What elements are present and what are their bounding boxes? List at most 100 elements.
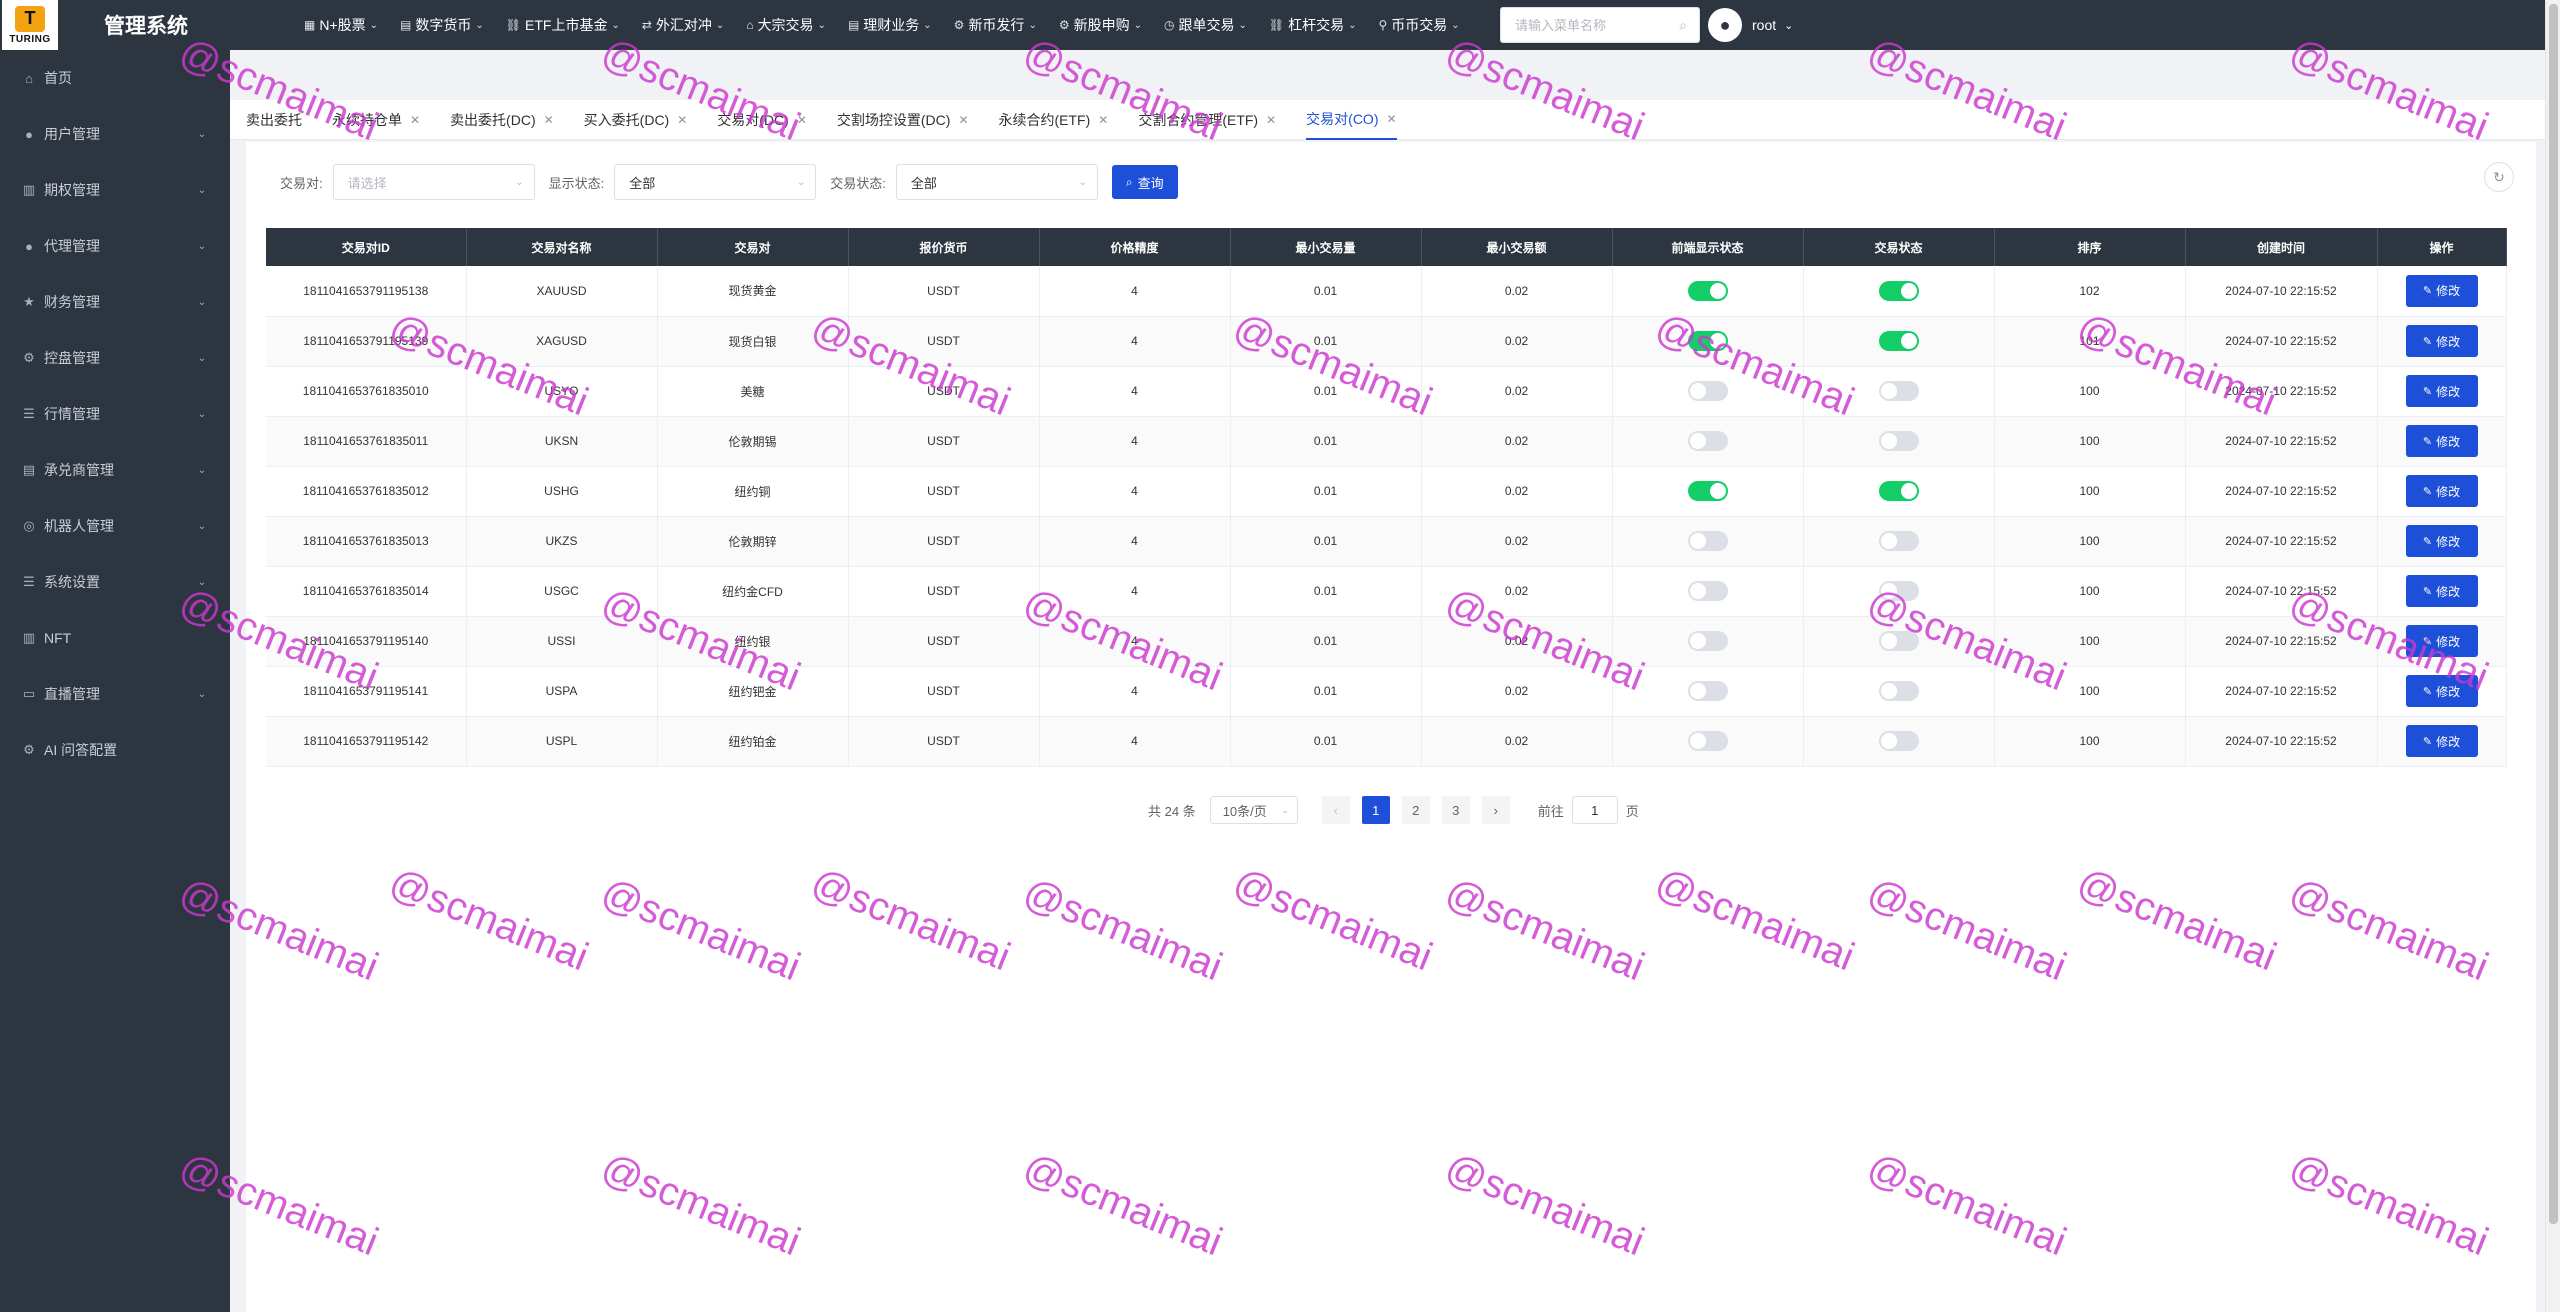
username[interactable]: root [1752,17,1776,33]
page-number-button[interactable]: 3 [1441,796,1470,824]
tab[interactable]: 交割合约管理(ETF) ✕ [1138,100,1276,140]
sidebar-item[interactable]: ● 用户管理 ⌄ [0,106,230,162]
top-nav-item[interactable]: ⛓ 杠杆交易 ⌄ [1269,15,1357,35]
cell-min_amt: 0.02 [1421,366,1613,417]
top-nav-item[interactable]: ⚙ 新股申购 ⌄ [1059,15,1142,35]
sidebar-item-label: 机器人管理 [44,518,114,534]
edit-button[interactable]: ✎ 修改 [2405,675,2478,707]
edit-button[interactable]: ✎ 修改 [2405,325,2478,357]
display-status-toggle[interactable] [1687,481,1728,501]
search-icon[interactable]: ⌕ [1679,17,1687,34]
trade-status-toggle[interactable] [1878,331,1919,351]
sidebar-item[interactable]: ◎ 机器人管理 ⌄ [0,498,230,554]
gear-icon: ⚙ [23,350,35,365]
sidebar-item[interactable]: ▥ 期权管理 ⌄ [0,162,230,218]
display-status-toggle[interactable] [1687,581,1728,601]
sidebar-item[interactable]: ▭ 直播管理 ⌄ [0,666,230,722]
edit-button[interactable]: ✎ 修改 [2405,274,2478,307]
trade-status-toggle[interactable] [1878,631,1919,651]
trade-status-toggle[interactable] [1878,731,1919,751]
close-icon[interactable]: ✕ [1266,113,1276,127]
sidebar-item[interactable]: ▥ NFT [0,610,230,666]
top-nav-item[interactable]: ⚙ 新币发行 ⌄ [954,15,1037,35]
query-button[interactable]: ⌕ 查询 [1111,165,1178,199]
display-status-select[interactable]: 全部 ⌄ [614,164,817,200]
page-size-select[interactable]: 10条/页 ⌄ [1209,796,1298,824]
display-status-toggle[interactable] [1687,431,1728,451]
app-logo[interactable]: T TURING [2,0,58,50]
trade-status-toggle[interactable] [1878,280,1919,301]
pair-select[interactable]: 请选择 ⌄ [332,164,535,200]
sidebar-item[interactable]: ● 代理管理 ⌄ [0,218,230,274]
page-scrollbar[interactable] [2545,0,2560,1312]
close-icon[interactable]: ✕ [1098,113,1108,127]
trade-status-select[interactable]: 全部 ⌄ [895,164,1098,200]
display-status-toggle[interactable] [1687,280,1728,301]
trade-status-toggle[interactable] [1878,681,1919,701]
edit-button[interactable]: ✎ 修改 [2405,625,2478,657]
menu-search-input[interactable] [1513,16,1663,34]
edit-button[interactable]: ✎ 修改 [2405,575,2478,607]
user-menu[interactable]: ● root ⌄ [1708,8,1793,42]
top-nav-item[interactable]: ⌂ 大宗交易 ⌄ [746,15,826,35]
top-nav-item[interactable]: ⚲ 币币交易 ⌄ [1378,15,1459,35]
trade-status-toggle[interactable] [1878,531,1919,551]
cell-created: 2024-07-10 22:15:52 [2185,316,2378,367]
prev-page-button[interactable]: ‹ [1321,796,1350,824]
top-nav-item[interactable]: ▤ 理财业务 ⌄ [848,15,932,35]
refresh-icon[interactable]: ↻ [2484,162,2514,192]
avatar[interactable]: ● [1708,8,1742,42]
display-status-toggle[interactable] [1687,681,1728,701]
tab[interactable]: 永续持仓单 ✕ [332,100,420,140]
display-status-toggle[interactable] [1687,531,1728,551]
close-icon[interactable]: ✕ [1386,112,1396,126]
close-icon[interactable]: ✕ [677,113,687,127]
sidebar-item[interactable]: ☰ 系统设置 ⌄ [0,554,230,610]
goto-page-input[interactable] [1571,796,1618,824]
tab[interactable]: 卖出委托 [246,100,302,140]
edit-button[interactable]: ✎ 修改 [2405,425,2478,457]
trade-status-toggle[interactable] [1878,481,1919,501]
sidebar-item[interactable]: ⌂ 首页 [0,50,230,106]
sidebar-item[interactable]: ▤ 承兑商管理 ⌄ [0,442,230,498]
display-status-toggle[interactable] [1687,631,1728,651]
sidebar-item[interactable]: ⚙ 控盘管理 ⌄ [0,330,230,386]
chevron-down-icon[interactable]: ⌄ [1784,19,1793,32]
top-nav-item[interactable]: ▤ 数字货币 ⌄ [400,15,484,35]
top-nav-item[interactable]: ▦ N+股票 ⌄ [304,15,378,35]
page-number-button[interactable]: 2 [1401,796,1430,824]
trade-status-toggle[interactable] [1878,581,1919,601]
close-icon[interactable]: ✕ [544,113,554,127]
trade-status-toggle[interactable] [1878,381,1919,401]
display-status-toggle[interactable] [1687,381,1728,401]
tab[interactable]: 买入委托(DC) ✕ [584,100,688,140]
tab[interactable]: 交易对(DC) ✕ [717,100,807,140]
next-page-button[interactable]: › [1481,796,1510,824]
page-number-button[interactable]: 1 [1361,796,1390,824]
display-status-toggle[interactable] [1687,731,1728,751]
edit-button[interactable]: ✎ 修改 [2405,475,2478,507]
close-icon[interactable]: ✕ [797,113,807,127]
edit-button[interactable]: ✎ 修改 [2405,375,2478,407]
close-icon[interactable]: ✕ [410,113,420,127]
cell-sort: 100 [1994,366,2186,417]
menu-search-box[interactable]: ⌕ [1500,7,1700,43]
sidebar-item[interactable]: ☰ 行情管理 ⌄ [0,386,230,442]
scrollbar-thumb[interactable] [2549,4,2558,1224]
trade-status-toggle[interactable] [1878,431,1919,451]
edit-button[interactable]: ✎ 修改 [2405,725,2478,757]
edit-button[interactable]: ✎ 修改 [2405,525,2478,557]
tab[interactable]: 交易对(CO) ✕ [1306,100,1397,140]
tab[interactable]: 卖出委托(DC) ✕ [450,100,554,140]
cell-name: USHG [466,466,658,517]
sidebar-item[interactable]: ⚙ AI 问答配置 [0,722,230,778]
sidebar-item-label: 代理管理 [44,238,100,254]
top-nav-item[interactable]: ⇄ 外汇对冲 ⌄ [642,15,724,35]
tab[interactable]: 永续合约(ETF) ✕ [999,100,1109,140]
display-status-toggle[interactable] [1687,331,1728,351]
close-icon[interactable]: ✕ [958,113,968,127]
sidebar-item[interactable]: ★ 财务管理 ⌄ [0,274,230,330]
top-nav-item[interactable]: ◷ 跟单交易 ⌄ [1164,15,1247,35]
top-nav-item[interactable]: ⛓ ETF上市基金 ⌄ [506,15,620,35]
tab[interactable]: 交割场控设置(DC) ✕ [837,100,969,140]
